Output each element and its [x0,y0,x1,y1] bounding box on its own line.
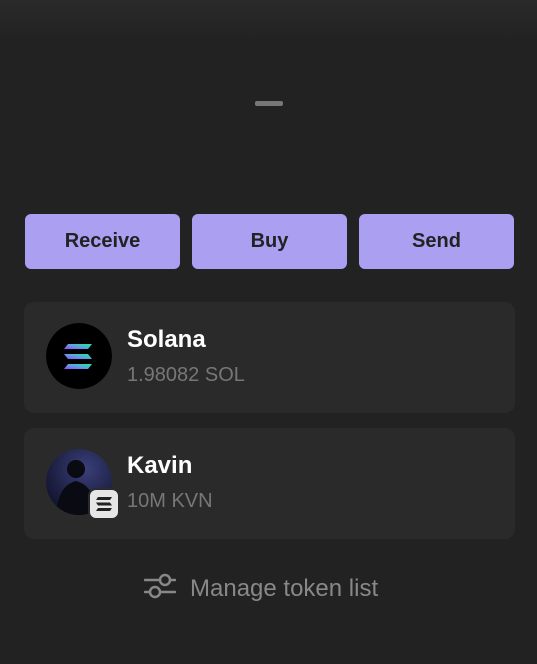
buy-button[interactable]: Buy [192,214,347,269]
token-amount: 1.98082 SOL [127,364,245,386]
send-button[interactable]: Send [359,214,514,269]
sliders-icon [143,572,177,605]
balance-placeholder [255,101,283,106]
manage-token-list-label: Manage token list [190,574,379,602]
action-buttons: Receive Buy Send [25,214,514,269]
token-row-solana[interactable]: Solana 1.98082 SOL [24,302,515,413]
token-row-kavin[interactable]: Kavin 10M KVN [24,428,515,539]
token-name: Kavin [127,452,193,479]
token-amount: 10M KVN [127,490,213,512]
solana-logo-icon [46,323,112,389]
receive-button[interactable]: Receive [25,214,180,269]
token-name: Solana [127,326,206,353]
header-background [0,0,537,40]
solana-chain-badge-icon [88,488,120,520]
manage-token-list-button[interactable]: Manage token list [143,572,379,605]
